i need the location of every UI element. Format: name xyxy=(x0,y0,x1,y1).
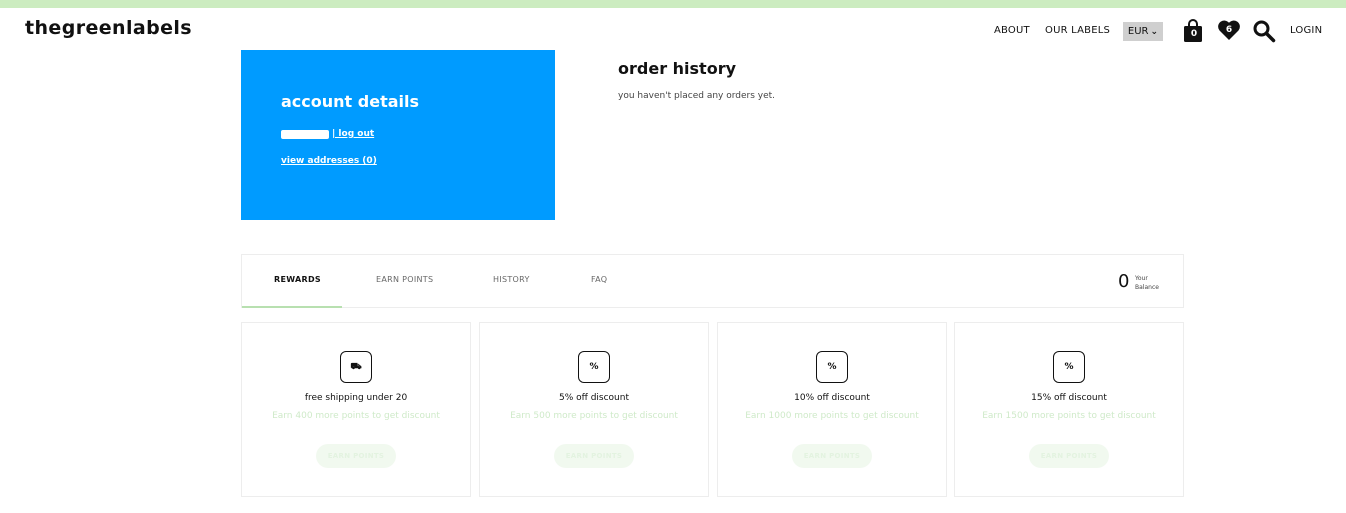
account-details-panel: account details | log out view addresses… xyxy=(241,50,555,220)
top-accent-strip xyxy=(0,0,1346,8)
nav-about-link[interactable]: ABOUT xyxy=(994,25,1030,36)
reward-title: 5% off discount xyxy=(558,393,629,403)
chevron-down-icon: ⌄ xyxy=(1150,26,1159,37)
view-addresses-link[interactable]: view addresses (0) xyxy=(281,156,377,166)
percent-icon: % xyxy=(578,351,610,383)
tab-earn-points[interactable]: EARN POINTS xyxy=(376,275,433,284)
logout-link[interactable]: | log out xyxy=(332,129,374,139)
percent-icon: % xyxy=(1053,351,1085,383)
tab-rewards[interactable]: REWARDS xyxy=(274,275,321,284)
reward-requirement: Earn 1500 more points to get discount xyxy=(982,411,1156,421)
wishlist-button[interactable]: 6 xyxy=(1217,19,1241,43)
reward-card: % 5% off discount Earn 500 more points t… xyxy=(479,322,709,497)
redacted-username xyxy=(281,129,329,139)
nav-our-labels-link[interactable]: OUR LABELS xyxy=(1045,25,1110,36)
points-balance-label: Your Balance xyxy=(1135,274,1159,292)
search-icon xyxy=(1253,20,1276,43)
cart-button[interactable]: 0 xyxy=(1182,19,1206,43)
points-balance-value: 0 xyxy=(1118,271,1130,292)
earn-points-button[interactable]: EARN POINTS xyxy=(792,444,872,468)
reward-title: 15% off discount xyxy=(1031,393,1107,403)
account-details-heading: account details xyxy=(281,92,419,111)
balance-label-line-2: Balance xyxy=(1135,284,1159,291)
reward-requirement: Earn 500 more points to get discount xyxy=(510,411,678,421)
account-user-line: | log out xyxy=(281,128,374,140)
tab-history[interactable]: HISTORY xyxy=(493,275,530,284)
earn-points-button[interactable]: EARN POINTS xyxy=(554,444,634,468)
currency-selector[interactable]: EUR ⌄ xyxy=(1123,22,1163,41)
earn-points-button[interactable]: EARN POINTS xyxy=(316,444,396,468)
reward-title: 10% off discount xyxy=(794,393,870,403)
reward-requirement: Earn 400 more points to get discount xyxy=(272,411,440,421)
reward-card: % 10% off discount Earn 1000 more points… xyxy=(717,322,947,497)
rewards-cards: ⛟ free shipping under 20 Earn 400 more p… xyxy=(241,322,1184,497)
active-tab-indicator xyxy=(242,306,342,308)
truck-icon: ⛟ xyxy=(340,351,372,383)
rewards-tabs-bar: REWARDS EARN POINTS HISTORY FAQ 0 Your Ba… xyxy=(241,254,1184,308)
nav-login-link[interactable]: LOGIN xyxy=(1290,25,1322,36)
tab-faq[interactable]: FAQ xyxy=(591,275,607,284)
currency-value: EUR xyxy=(1127,26,1149,37)
reward-requirement: Earn 1000 more points to get discount xyxy=(745,411,919,421)
order-empty-message: you haven't placed any orders yet. xyxy=(618,91,776,101)
site-logo[interactable]: thegreenlabels xyxy=(25,17,192,39)
reward-card: ⛟ free shipping under 20 Earn 400 more p… xyxy=(241,322,471,497)
percent-icon: % xyxy=(816,351,848,383)
earn-points-button[interactable]: EARN POINTS xyxy=(1029,444,1109,468)
reward-title: free shipping under 20 xyxy=(304,393,408,403)
order-history-heading: order history xyxy=(618,59,737,78)
reward-card: % 15% off discount Earn 1500 more points… xyxy=(954,322,1184,497)
search-button[interactable] xyxy=(1252,19,1276,43)
cart-count: 0 xyxy=(1190,29,1198,39)
wishlist-count: 6 xyxy=(1225,25,1233,35)
balance-label-line-1: Your xyxy=(1135,275,1148,282)
